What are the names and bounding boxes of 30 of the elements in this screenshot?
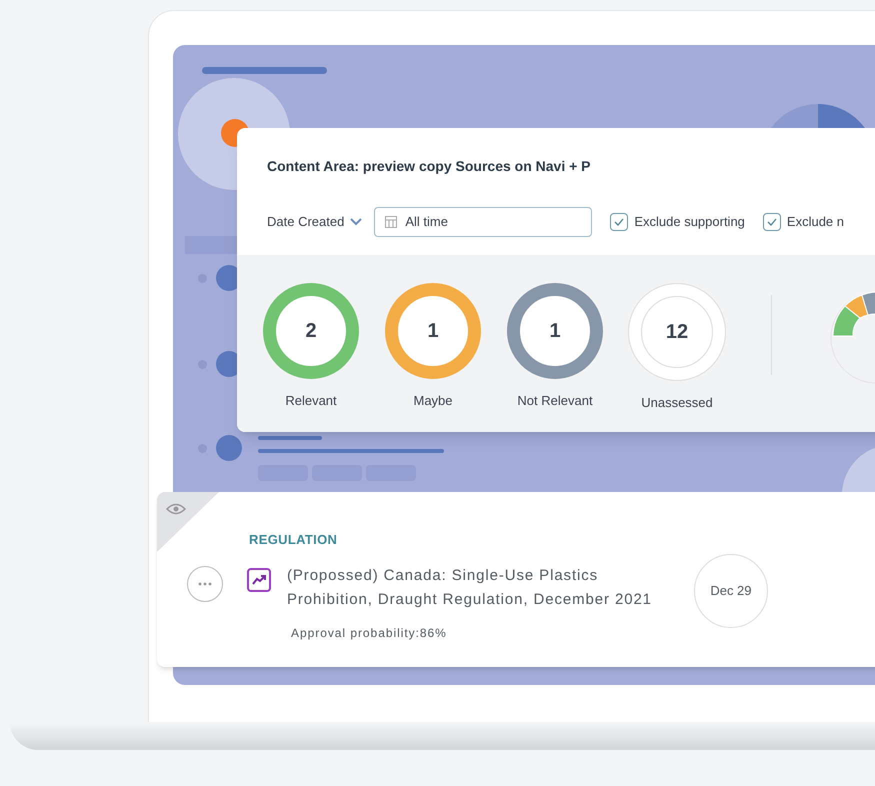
ellipsis-icon [198, 582, 212, 586]
approval-probability: Approval probability:86% [291, 624, 448, 642]
list-line [258, 436, 322, 440]
checkbox-label: Exclude supporting [634, 213, 745, 232]
status-label: Not Relevant [517, 392, 593, 410]
check-icon [766, 218, 777, 226]
eye-icon [166, 503, 186, 515]
checkbox-label: Exclude n [786, 213, 844, 232]
status-count: 1 [549, 319, 561, 344]
status-label: Maybe [413, 392, 453, 410]
date-text: Dec 29 [710, 582, 752, 600]
date-range-field[interactable]: All time [374, 207, 592, 237]
date-range-value: All time [405, 213, 448, 232]
status-count: 2 [305, 319, 317, 344]
category-label: REGULATION [249, 531, 338, 549]
checkbox[interactable] [762, 213, 781, 231]
status-label: Relevant [285, 392, 337, 410]
status-count: 1 [427, 319, 439, 344]
calendar-icon [385, 216, 398, 228]
item-title-line: (Propossed) Canada: Single-Use Plastics [287, 566, 600, 586]
panel-title: Content Area: preview copy Sources on Navi + P [267, 157, 592, 176]
checkbox[interactable] [610, 213, 628, 231]
corner-fold [157, 492, 219, 552]
item-title-line: Prohibition, Draught Regulation, December 2021 [287, 590, 652, 610]
check-icon [614, 218, 624, 226]
date-filter-dropdown[interactable]: Date Created [267, 212, 362, 232]
status-label: Unassessed [641, 394, 713, 412]
trend-up-icon [247, 568, 271, 592]
chevron-down-icon [350, 218, 362, 226]
status-count: 12 [666, 320, 688, 345]
